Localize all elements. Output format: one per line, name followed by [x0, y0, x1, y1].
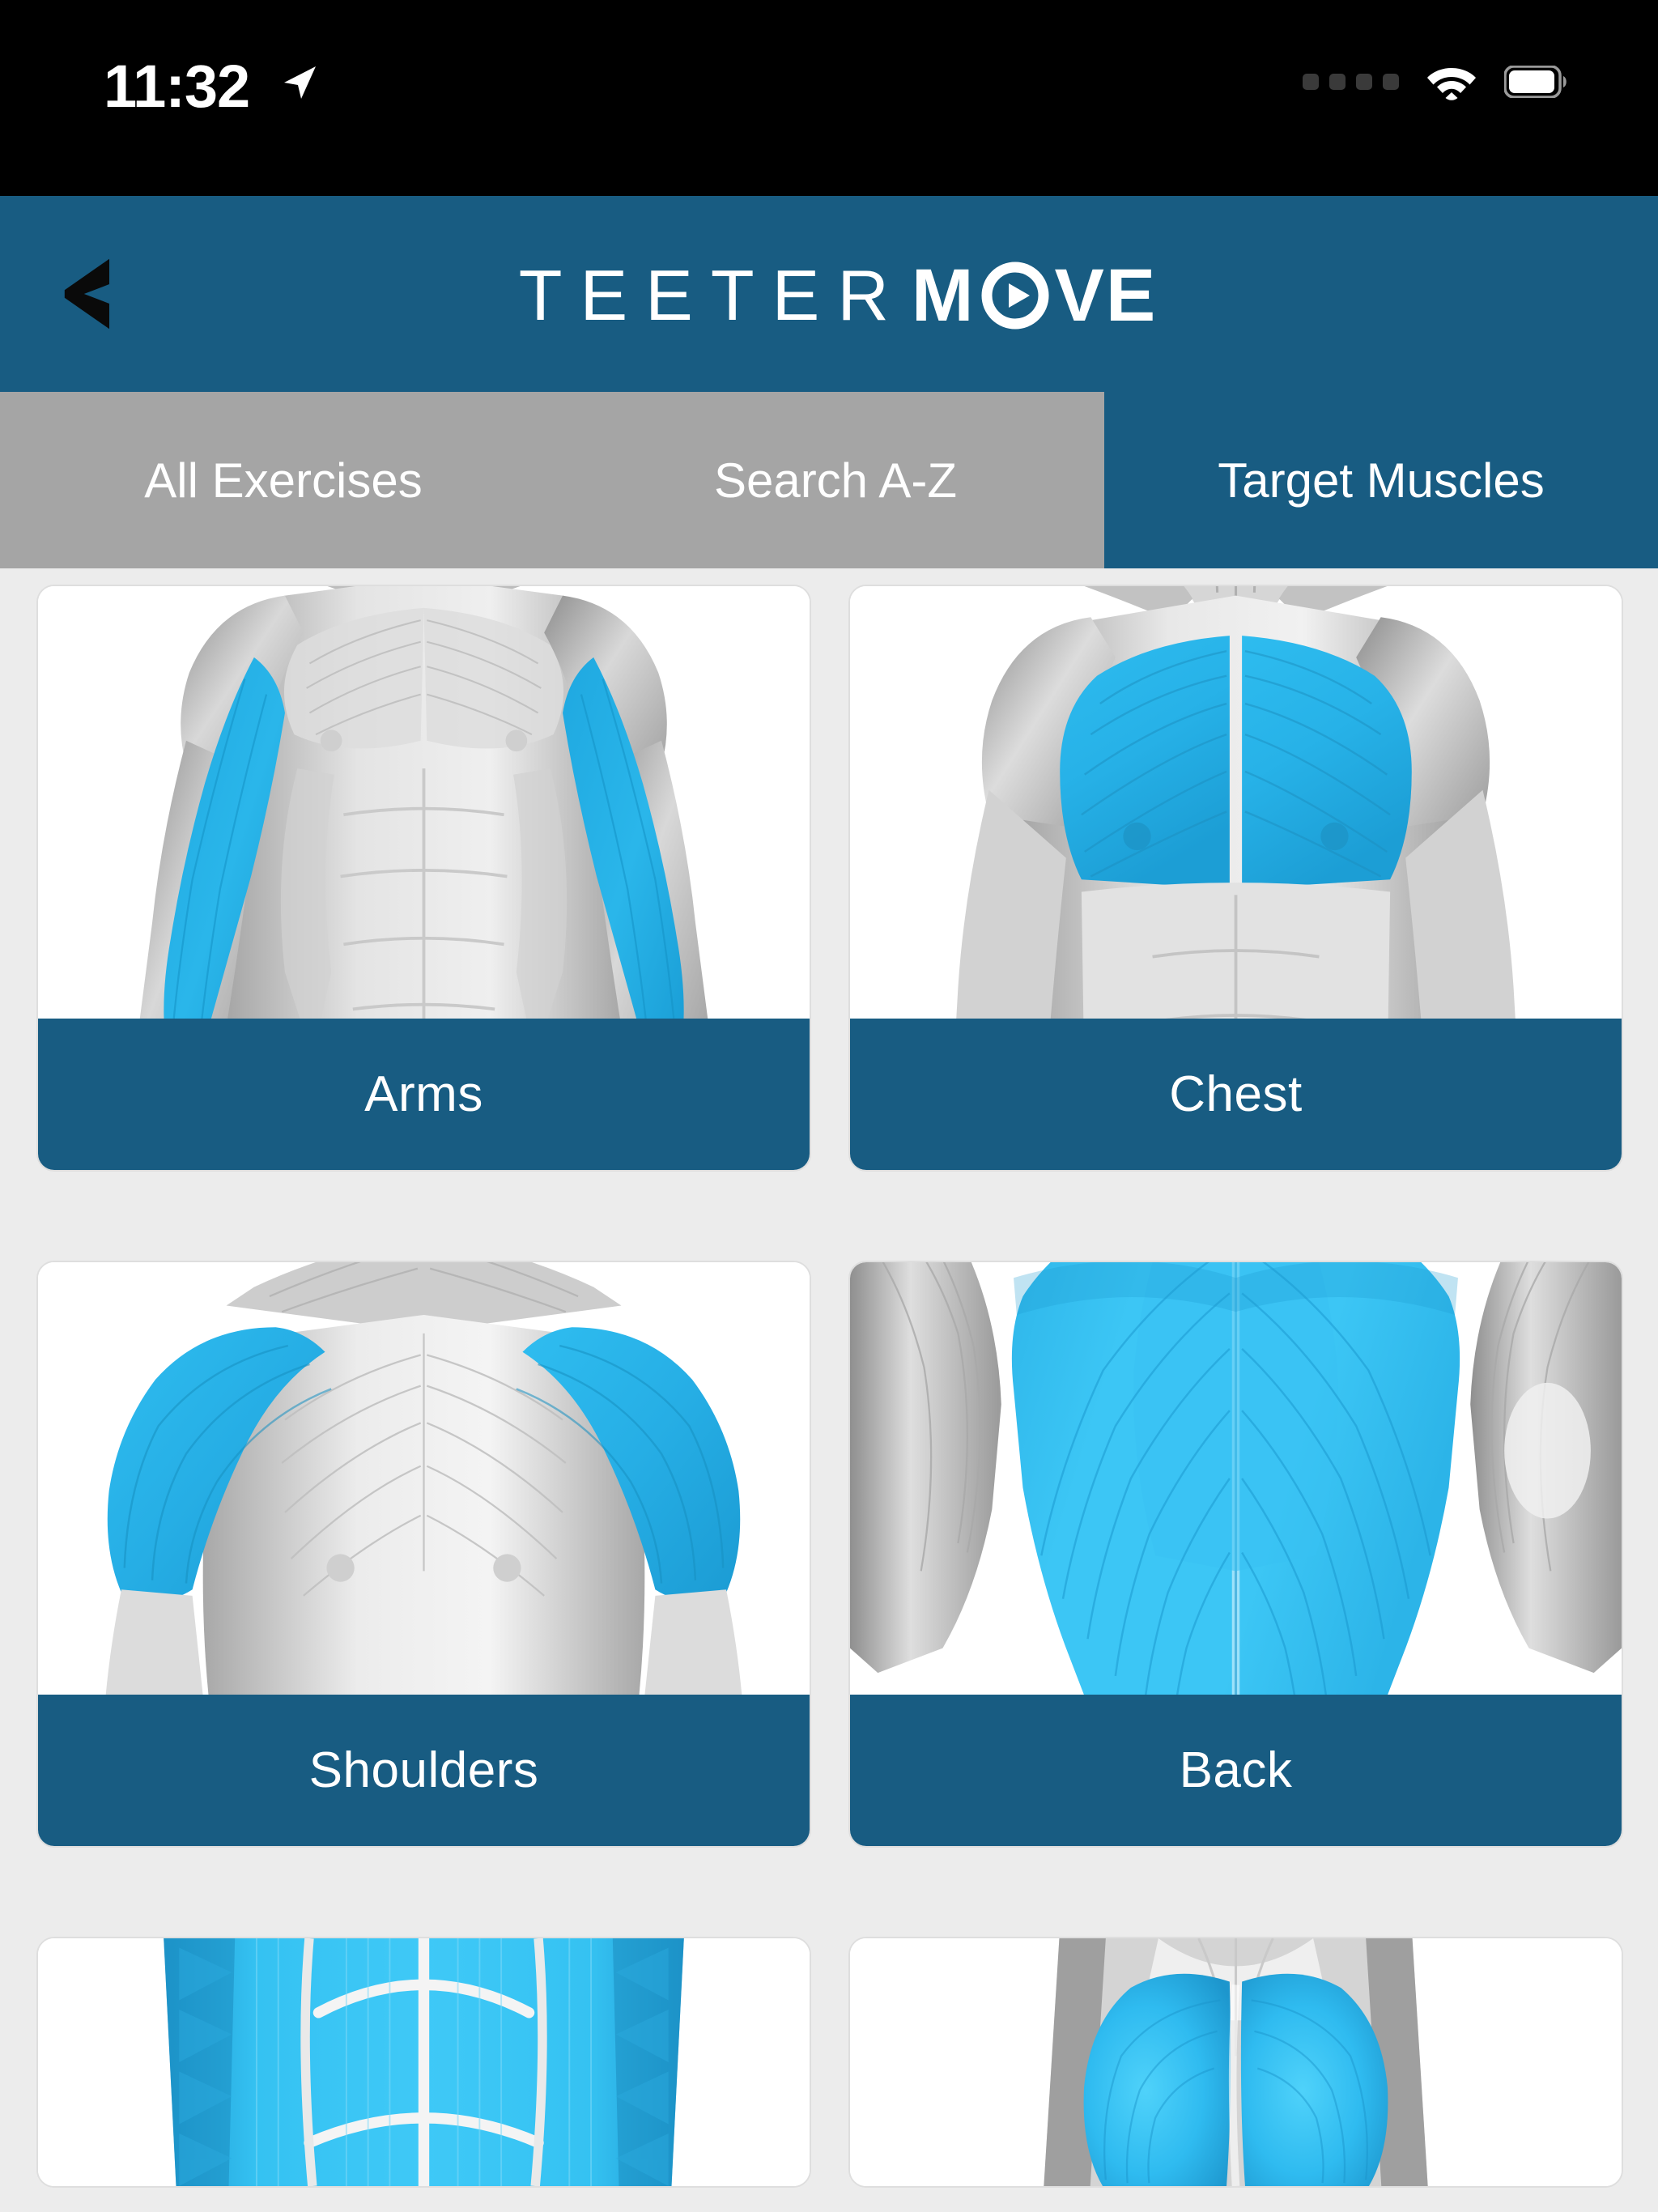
- wifi-icon: [1427, 68, 1476, 100]
- status-bar-clock: 11:32: [104, 53, 250, 120]
- muscle-card-arms[interactable]: Arms: [36, 585, 811, 1172]
- status-bar-indicators: [1303, 63, 1569, 100]
- muscle-card-back-label: Back: [850, 1695, 1622, 1846]
- chevron-left-icon: [64, 258, 109, 330]
- anatomy-illustration-shoulders: [38, 1262, 810, 1695]
- tab-search-a-z[interactable]: Search A-Z: [567, 392, 1104, 568]
- brand-name-move: M VE: [912, 258, 1157, 333]
- target-muscles-grid: Arms Chest Shoulders Back: [0, 568, 1658, 2188]
- tab-target-muscles-label: Target Muscles: [1218, 453, 1545, 508]
- anatomy-illustration-glutes: [850, 1938, 1622, 2186]
- muscle-card-shoulders[interactable]: Shoulders: [36, 1261, 811, 1848]
- location-arrow-icon: [284, 66, 316, 99]
- app-logo: TEETER M VE: [501, 258, 1158, 333]
- brand-letters-ve: VE: [1054, 254, 1158, 337]
- tab-bar: All Exercises Search A-Z Target Muscles: [0, 392, 1658, 568]
- muscle-card-abs[interactable]: [36, 1937, 811, 2188]
- tab-target-muscles[interactable]: Target Muscles: [1104, 392, 1658, 568]
- back-button[interactable]: [45, 241, 134, 347]
- muscle-card-chest-label: Chest: [850, 1019, 1622, 1170]
- battery-icon: [1504, 66, 1567, 98]
- brand-letter-m: M: [911, 254, 976, 337]
- muscle-card-shoulders-label: Shoulders: [38, 1695, 810, 1846]
- muscle-card-glutes[interactable]: [848, 1937, 1623, 2188]
- tab-all-exercises-label: All Exercises: [144, 453, 423, 508]
- anatomy-illustration-abs: [38, 1938, 810, 2186]
- brand-name-teeter: TEETER: [518, 255, 907, 335]
- cellular-signal-dots-icon: [1303, 74, 1399, 90]
- anatomy-illustration-arms: [38, 586, 810, 1019]
- muscle-card-arms-label: Arms: [38, 1019, 810, 1170]
- tab-all-exercises[interactable]: All Exercises: [0, 392, 567, 568]
- tab-search-a-z-label: Search A-Z: [713, 453, 958, 508]
- anatomy-illustration-chest: [850, 586, 1622, 1019]
- app-header: TEETER M VE: [0, 196, 1658, 392]
- status-bar: 11:32: [0, 0, 1658, 196]
- anatomy-illustration-back: [850, 1262, 1622, 1695]
- muscle-card-chest[interactable]: Chest: [848, 585, 1623, 1172]
- play-circle-icon: [980, 260, 1051, 331]
- muscle-card-back[interactable]: Back: [848, 1261, 1623, 1848]
